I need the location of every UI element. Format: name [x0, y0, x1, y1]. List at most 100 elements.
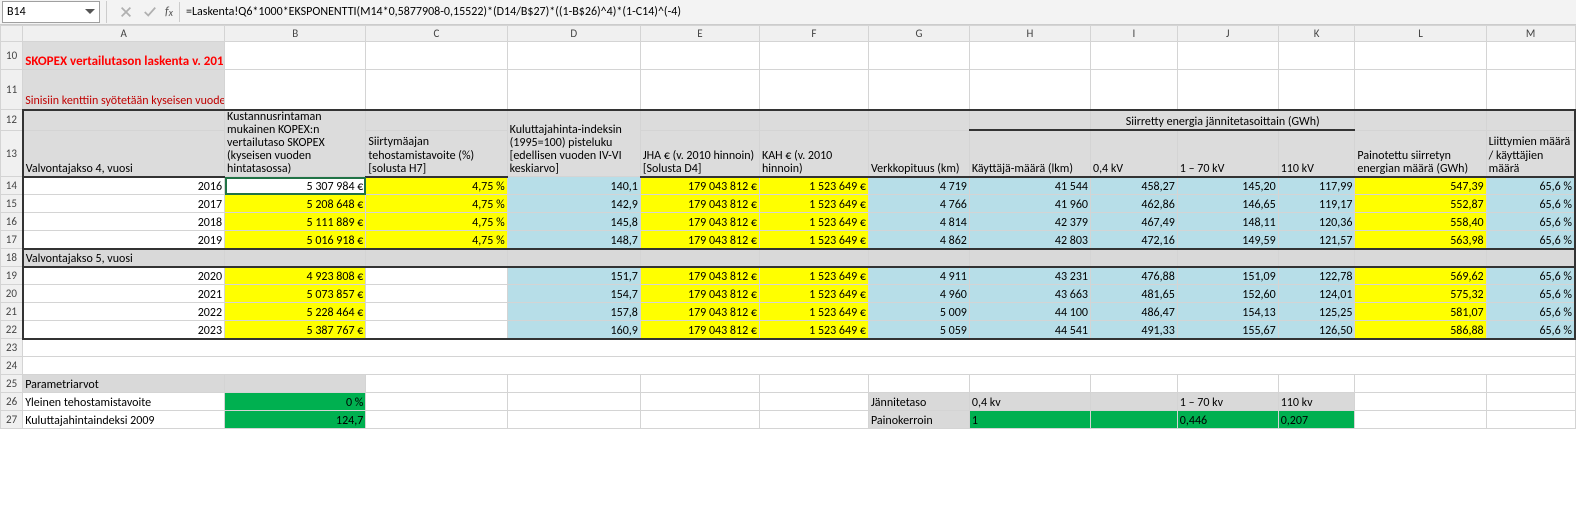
M15[interactable]: 65,6 % [1486, 195, 1575, 213]
B15[interactable]: 5 208 648 € [225, 195, 366, 213]
E20[interactable]: 179 043 812 € [640, 285, 759, 303]
col-E[interactable]: E [640, 26, 759, 42]
L15[interactable]: 552,87 [1355, 195, 1486, 213]
M17[interactable]: 65,6 % [1486, 231, 1575, 249]
I19[interactable]: 476,88 [1090, 267, 1177, 285]
A21[interactable]: 2022 [23, 303, 225, 321]
C17[interactable]: 4,75 % [366, 231, 507, 249]
E15[interactable]: 179 043 812 € [640, 195, 759, 213]
M21[interactable]: 65,6 % [1486, 303, 1575, 321]
E14[interactable]: 179 043 812 € [640, 177, 759, 195]
A27[interactable]: Kuluttajahintaindeksi 2009 [23, 411, 225, 429]
G22[interactable]: 5 059 [868, 321, 969, 339]
col-F[interactable]: F [759, 26, 868, 42]
B21[interactable]: 5 228 464 € [225, 303, 366, 321]
B16[interactable]: 5 111 889 € [225, 213, 366, 231]
F20[interactable]: 1 523 649 € [759, 285, 868, 303]
A16[interactable]: 2018 [23, 213, 225, 231]
H19[interactable]: 43 231 [969, 267, 1090, 285]
B27[interactable]: 124,7 [225, 411, 366, 429]
I17[interactable]: 472,16 [1090, 231, 1177, 249]
G20[interactable]: 4 960 [868, 285, 969, 303]
L21[interactable]: 581,07 [1355, 303, 1486, 321]
G17[interactable]: 4 862 [868, 231, 969, 249]
col-J[interactable]: J [1177, 26, 1278, 42]
A14[interactable]: 2016 [23, 177, 225, 195]
title-1[interactable]: SKOPEX vertailutason laskenta v. 2016-20… [23, 42, 225, 70]
B22[interactable]: 5 387 767 € [225, 321, 366, 339]
A22[interactable]: 2023 [23, 321, 225, 339]
col-M[interactable]: M [1486, 26, 1575, 42]
I14[interactable]: 458,27 [1090, 177, 1177, 195]
G26[interactable]: Jännitetaso [868, 393, 969, 411]
D16[interactable]: 145,8 [507, 213, 640, 231]
H17[interactable]: 42 803 [969, 231, 1090, 249]
K22[interactable]: 126,50 [1278, 321, 1355, 339]
G16[interactable]: 4 814 [868, 213, 969, 231]
K17[interactable]: 121,57 [1278, 231, 1355, 249]
A15[interactable]: 2017 [23, 195, 225, 213]
M14[interactable]: 65,6 % [1486, 177, 1575, 195]
B26[interactable]: 0 % [225, 393, 366, 411]
M22[interactable]: 65,6 % [1486, 321, 1575, 339]
B20[interactable]: 5 073 857 € [225, 285, 366, 303]
A20[interactable]: 2021 [23, 285, 225, 303]
L17[interactable]: 563,98 [1355, 231, 1486, 249]
fx-label[interactable]: fx [161, 2, 180, 22]
name-box[interactable]: B14 [2, 1, 100, 23]
K20[interactable]: 124,01 [1278, 285, 1355, 303]
C15[interactable]: 4,75 % [366, 195, 507, 213]
E19[interactable]: 179 043 812 € [640, 267, 759, 285]
A26[interactable]: Yleinen tehostamistavoite [23, 393, 225, 411]
J17[interactable]: 149,59 [1177, 231, 1278, 249]
K16[interactable]: 120,36 [1278, 213, 1355, 231]
K14[interactable]: 117,99 [1278, 177, 1355, 195]
formula-input[interactable]: =Laskenta!Q6*1000*EKSPONENTTI(M14*0,5877… [180, 5, 1576, 19]
F14[interactable]: 1 523 649 € [759, 177, 868, 195]
col-G[interactable]: G [868, 26, 969, 42]
K27[interactable]: 0,207 [1278, 411, 1355, 429]
G15[interactable]: 4 766 [868, 195, 969, 213]
K21[interactable]: 125,25 [1278, 303, 1355, 321]
row-h-11[interactable]: 11 [1, 70, 23, 110]
J15[interactable]: 146,65 [1177, 195, 1278, 213]
J27[interactable]: 0,446 [1177, 411, 1278, 429]
D17[interactable]: 148,7 [507, 231, 640, 249]
H21[interactable]: 44 100 [969, 303, 1090, 321]
E21[interactable]: 179 043 812 € [640, 303, 759, 321]
K19[interactable]: 122,78 [1278, 267, 1355, 285]
row-h-10[interactable]: 10 [1, 42, 23, 70]
L20[interactable]: 575,32 [1355, 285, 1486, 303]
H16[interactable]: 42 379 [969, 213, 1090, 231]
J14[interactable]: 145,20 [1177, 177, 1278, 195]
H27[interactable]: 1 [969, 411, 1090, 429]
I22[interactable]: 491,33 [1090, 321, 1177, 339]
F15[interactable]: 1 523 649 € [759, 195, 868, 213]
C14[interactable]: 4,75 % [366, 177, 507, 195]
E22[interactable]: 179 043 812 € [640, 321, 759, 339]
J20[interactable]: 152,60 [1177, 285, 1278, 303]
row-h-14[interactable]: 14 [1, 177, 23, 195]
G21[interactable]: 5 009 [868, 303, 969, 321]
J26[interactable]: 1 – 70 kv [1177, 393, 1278, 411]
spreadsheet-grid[interactable]: A B C D E F G H I J K L M 10 SKOPEX vert… [0, 25, 1576, 429]
D15[interactable]: 142,9 [507, 195, 640, 213]
select-all-corner[interactable] [1, 26, 23, 42]
G27[interactable]: Painokerroin [868, 411, 969, 429]
col-K[interactable]: K [1278, 26, 1355, 42]
M20[interactable]: 65,6 % [1486, 285, 1575, 303]
col-C[interactable]: C [366, 26, 507, 42]
col-L[interactable]: L [1355, 26, 1486, 42]
E16[interactable]: 179 043 812 € [640, 213, 759, 231]
K15[interactable]: 119,17 [1278, 195, 1355, 213]
D19[interactable]: 151,7 [507, 267, 640, 285]
A18[interactable]: Valvontajakso 5, vuosi [23, 249, 225, 267]
I21[interactable]: 486,47 [1090, 303, 1177, 321]
B17[interactable]: 5 016 918 € [225, 231, 366, 249]
H15[interactable]: 41 960 [969, 195, 1090, 213]
J19[interactable]: 151,09 [1177, 267, 1278, 285]
H22[interactable]: 44 541 [969, 321, 1090, 339]
col-D[interactable]: D [507, 26, 640, 42]
A19[interactable]: 2020 [23, 267, 225, 285]
K26[interactable]: 110 kv [1278, 393, 1355, 411]
